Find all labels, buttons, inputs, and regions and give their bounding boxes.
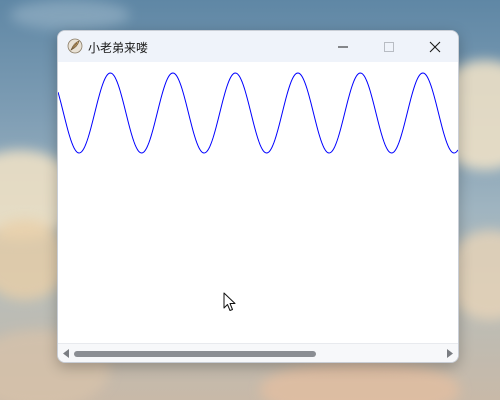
sine-wave (58, 72, 458, 154)
desktop-background: 小老弟来喽 (0, 0, 500, 400)
close-button[interactable] (412, 31, 458, 62)
maximize-icon (384, 41, 394, 52)
scroll-right-arrow-icon[interactable] (446, 349, 454, 358)
mouse-cursor-icon (223, 292, 236, 311)
window-title: 小老弟来喽 (88, 41, 149, 55)
cloud (10, 0, 130, 30)
drawing-canvas[interactable] (58, 62, 458, 342)
scroll-left-arrow-icon[interactable] (62, 349, 70, 358)
minimize-button[interactable] (320, 31, 366, 62)
maximize-button[interactable] (366, 31, 412, 62)
scrollbar-thumb[interactable] (74, 351, 316, 357)
cloud (260, 360, 460, 400)
minimize-icon (338, 46, 348, 47)
close-icon (429, 41, 441, 52)
app-window: 小老弟来喽 (57, 30, 459, 363)
title-bar[interactable]: 小老弟来喽 (58, 31, 458, 62)
feather-icon (67, 38, 83, 54)
horizontal-scrollbar[interactable] (58, 343, 458, 362)
